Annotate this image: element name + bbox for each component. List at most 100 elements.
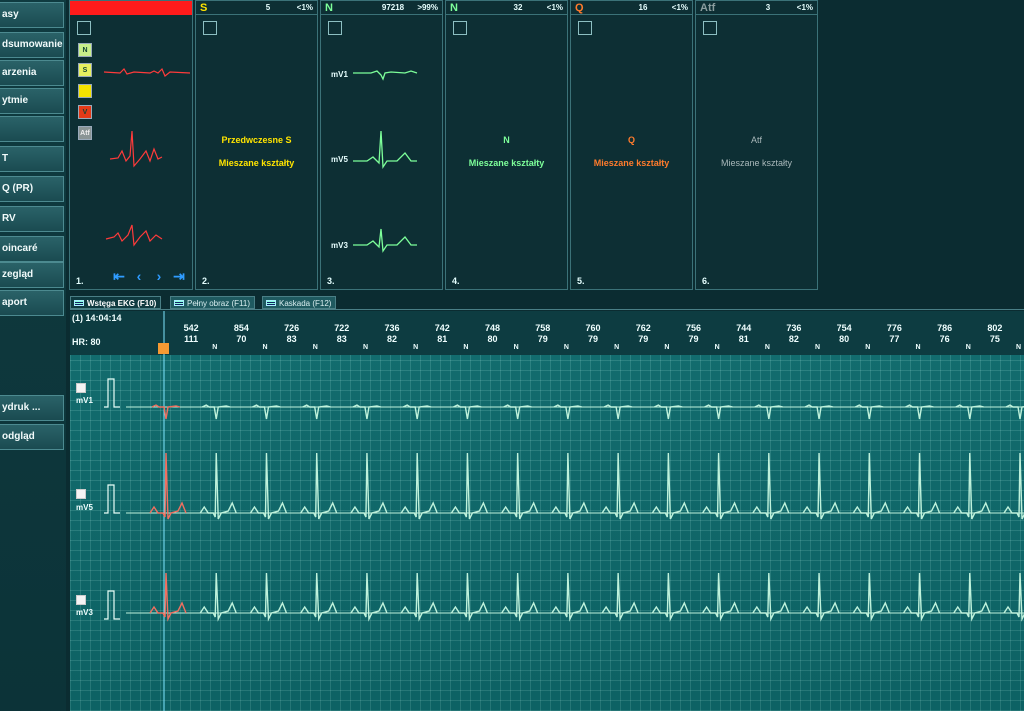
panel-checkbox[interactable] <box>703 21 717 35</box>
panel-number: 5. <box>577 276 585 286</box>
template-panel-6[interactable]: Atf 3 <1% Atf Mieszane kształty 6. <box>695 0 818 290</box>
panel-checkbox[interactable] <box>453 21 467 35</box>
ecg-traces <box>104 311 1024 711</box>
sidebar-item-wydruk[interactable]: ydruk ... <box>0 395 64 421</box>
beat-complex <box>551 572 589 622</box>
panel-number: 3. <box>327 276 335 286</box>
beat-count: 5 <box>265 3 271 12</box>
beat-complex <box>400 572 438 622</box>
panel-subtitle: Mieszane kształty <box>218 158 295 168</box>
beat-percent: <1% <box>796 3 813 12</box>
panel-header: S 5 <1% <box>196 1 317 15</box>
panel-title: Q <box>627 135 635 145</box>
panel-checkbox[interactable] <box>203 21 217 35</box>
beat-complex <box>450 572 489 622</box>
sidebar-item-st[interactable]: T <box>0 146 64 172</box>
tab-label: Kaskada (F12) <box>279 299 332 308</box>
beat-count: 32 <box>513 3 523 12</box>
beat-complex <box>300 452 338 520</box>
template-panel-2[interactable]: S 5 <1% Przedwczesne S Mieszane kształty… <box>195 0 318 290</box>
beat-complex <box>902 452 941 520</box>
beat-complex <box>149 572 187 622</box>
strip-icon <box>74 300 84 306</box>
sidebar-item-podsumowanie[interactable]: dsumowanie <box>0 32 64 58</box>
trace-mv1 <box>126 404 1024 420</box>
beat-complex <box>802 452 840 520</box>
beat-complex <box>501 572 539 622</box>
beat-complex <box>651 572 690 622</box>
panel-header: Q 16 <1% <box>571 1 692 15</box>
template-panels: N S V Atf 1. ⇤ ‹ › ⇥ S 5 <1% Przedwczesn… <box>66 0 1024 292</box>
template-panel-5[interactable]: Q 16 <1% Q Mieszane kształty 5. <box>570 0 693 290</box>
sidebar-item-przeglad[interactable]: zegląd <box>0 262 64 288</box>
beat-complex <box>199 572 237 622</box>
beat-complex <box>953 572 991 622</box>
beat-complex <box>400 452 438 520</box>
tab-wstega-ekg[interactable]: Wstęga EKG (F10) <box>70 296 162 309</box>
panel-title: N <box>503 135 510 145</box>
sidebar-item-podglad[interactable]: odgląd <box>0 424 64 450</box>
beat-complex <box>902 572 941 622</box>
sidebar-item-rytmie[interactable]: ytmie <box>0 88 64 114</box>
first-icon[interactable]: ⇤ <box>112 269 126 283</box>
sidebar-item-raport[interactable]: aport <box>0 290 64 316</box>
beat-complex <box>752 572 790 622</box>
chevron-left-icon[interactable]: ‹ <box>132 269 146 283</box>
beat-complex <box>149 452 187 520</box>
class-label: Q <box>575 2 584 14</box>
sidebar-item-pq[interactable]: Q (PR) <box>0 176 64 202</box>
beat-complex <box>651 452 690 520</box>
beat-complex <box>752 452 790 520</box>
beat-complex <box>249 572 288 622</box>
panel-number: 2. <box>202 276 210 286</box>
last-icon[interactable]: ⇥ <box>172 269 186 283</box>
beat-complex <box>199 452 237 520</box>
beat-complex <box>350 452 388 520</box>
trace-mv5 <box>126 452 1024 520</box>
view-tabs: Wstęga EKG (F10) Pełny obraz (F11) Kaska… <box>70 296 1024 310</box>
beat-count: 16 <box>638 3 648 12</box>
beat-complex <box>802 572 840 622</box>
beat-complex <box>852 572 890 622</box>
panel-number: 1. <box>76 276 84 286</box>
beat-complex <box>501 452 539 520</box>
beat-percent: <1% <box>546 3 563 12</box>
class-label: N <box>450 2 458 14</box>
beat-complex <box>852 452 890 520</box>
panel-checkbox[interactable] <box>578 21 592 35</box>
panel-title: Atf <box>750 135 762 145</box>
cal-pulse-mv5 <box>104 484 120 514</box>
panel-1-beats <box>103 67 191 247</box>
beat-count: 3 <box>765 3 771 12</box>
panel-title: Przedwczesne S <box>221 135 292 145</box>
sidebar-item-zdarzenia[interactable]: arzenia <box>0 60 64 86</box>
ecg-strip[interactable]: (1) 14:04:14 HR: 80 542 854 726 722 736 742 74… <box>70 311 1024 711</box>
beat-complex <box>551 452 589 520</box>
sidebar-item-poincare[interactable]: oincaré <box>0 236 64 262</box>
chevron-right-icon[interactable]: › <box>152 269 166 283</box>
sidebar-item-blank[interactable] <box>0 116 64 142</box>
cal-pulse-mv1 <box>104 378 120 408</box>
selected-beat-marker[interactable] <box>158 343 169 354</box>
sidebar: asy dsumowanie arzenia ytmie T Q (PR) RV… <box>0 0 66 711</box>
template-panel-1[interactable]: N S V Atf 1. ⇤ ‹ › ⇥ <box>69 0 193 290</box>
tab-label: Pełny obraz (F11) <box>187 299 250 308</box>
tab-kaskada[interactable]: Kaskada (F12) <box>262 296 337 309</box>
sidebar-item-klasy[interactable]: asy <box>0 2 64 28</box>
panel-number: 4. <box>452 276 460 286</box>
class-label: Atf <box>700 2 716 14</box>
panel-3-beats <box>353 70 418 253</box>
beat-complex <box>1003 452 1024 520</box>
beat-complex <box>601 452 639 520</box>
template-panel-3[interactable]: N 97218 >99% mV1 mV5 mV3 3. <box>320 0 443 290</box>
panel-number: 6. <box>702 276 710 286</box>
tab-pelny-obraz[interactable]: Pełny obraz (F11) <box>170 296 255 309</box>
beat-complex <box>350 572 388 622</box>
sidebar-item-hrv[interactable]: RV <box>0 206 64 232</box>
beat-complex <box>702 452 740 520</box>
panel-subtitle: Mieszane kształty <box>593 158 670 168</box>
trace-mv3 <box>126 572 1024 622</box>
cascade-icon <box>266 300 276 306</box>
beat-complex <box>601 572 639 622</box>
template-panel-4[interactable]: N 32 <1% N Mieszane kształty 4. <box>445 0 568 290</box>
